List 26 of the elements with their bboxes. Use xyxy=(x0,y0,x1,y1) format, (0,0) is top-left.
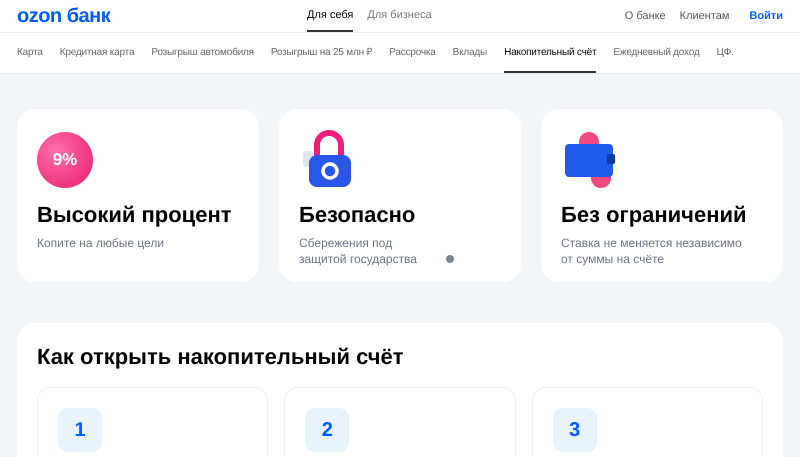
step-number: 3 xyxy=(552,408,597,452)
product-tab[interactable]: Карта xyxy=(17,33,43,73)
product-tab[interactable]: Розыгрыш на 25 млн ₽ xyxy=(270,33,372,73)
product-tab[interactable]: Рассрочка xyxy=(389,33,436,73)
step-number: 2 xyxy=(305,408,350,452)
header-link[interactable]: Клиентам xyxy=(680,8,730,24)
percent-badge-text: 9% xyxy=(52,149,78,172)
product-tab[interactable]: Розыгрыш автомобиля xyxy=(151,33,254,73)
section-heading: Как открыть накопительный счёт xyxy=(37,343,405,371)
step-number: 1 xyxy=(58,408,102,452)
product-tab[interactable]: ЦФ. xyxy=(716,33,734,73)
product-tab[interactable]: Вклады xyxy=(452,33,488,73)
header-link[interactable]: О банке xyxy=(624,8,666,24)
feature-title: Высокий процент xyxy=(37,201,233,229)
product-tab[interactable]: Кредитная карта xyxy=(60,33,134,73)
bank-logo[interactable]: ozon банк xyxy=(17,1,307,31)
feature-description: Копите на любые цели xyxy=(37,235,164,251)
feature-description: Сбережения под защитой государства xyxy=(299,235,418,267)
product-tab[interactable]: Ежедневный доход xyxy=(613,33,700,73)
feature-description: Ставка не меняется независимо от суммы на счёте xyxy=(561,235,743,267)
feature-title: Безопасно xyxy=(299,201,416,229)
info-icon[interactable] xyxy=(446,255,454,263)
login-link[interactable]: Войти xyxy=(749,8,783,24)
feature-title: Без ограничений xyxy=(561,201,748,229)
product-tab[interactable]: Накопительный счёт xyxy=(504,33,596,73)
segment-tab[interactable]: Для бизнеса xyxy=(367,0,432,32)
